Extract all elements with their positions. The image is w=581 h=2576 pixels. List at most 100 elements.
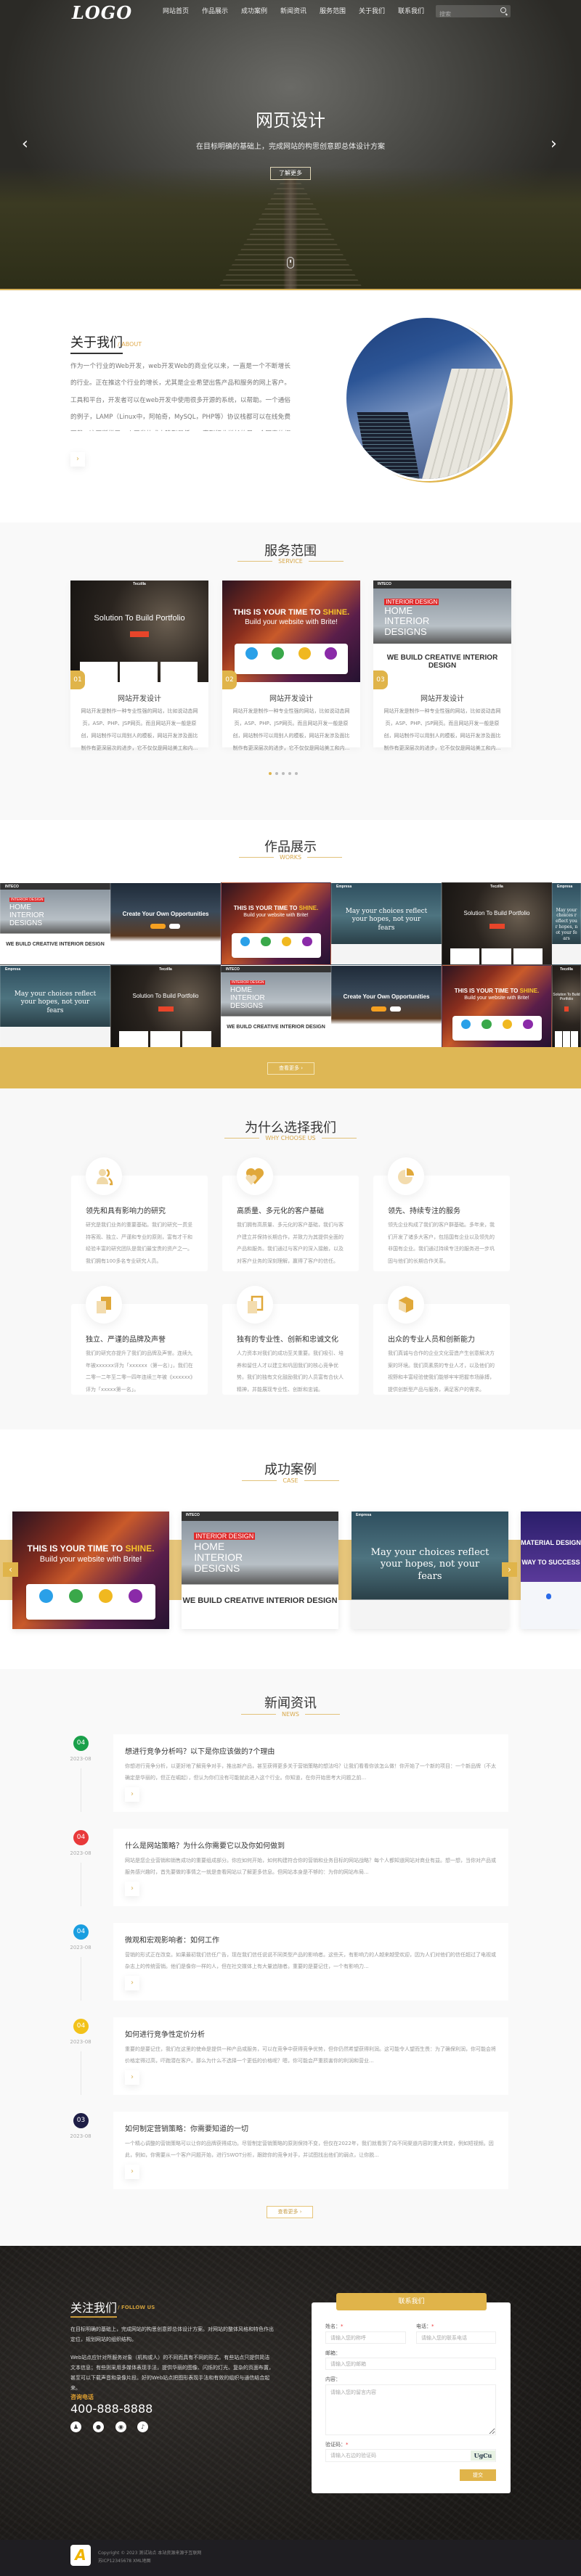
news-title[interactable]: 微观和宏观影响者：如何工作 <box>125 1934 219 1945</box>
content-textarea[interactable] <box>325 2384 496 2435</box>
about-more-button[interactable]: › <box>70 452 85 467</box>
pie-chart-icon <box>388 1157 424 1195</box>
screenshot-headline: HOME INTERIOR DESIGNS <box>9 903 44 927</box>
weibo-icon[interactable]: ◉ <box>115 2421 126 2432</box>
captcha-image[interactable]: UgCu <box>471 2450 495 2461</box>
service-card[interactable]: Teczilla Solution To Build Portfolio 01 网站开… <box>70 581 208 751</box>
tiktok-icon[interactable]: ♪ <box>137 2421 148 2432</box>
search-icon[interactable] <box>500 7 506 13</box>
news-title[interactable]: 如何制定营销策略：你需要知道的一切 <box>125 2122 248 2133</box>
website-screenshot-brite[interactable]: THIS IS YOUR TIME TO SHINE. Build your we… <box>222 581 360 682</box>
phone-label-text: 电话： <box>416 2323 431 2329</box>
nav-item-about[interactable]: 关于我们 <box>352 7 391 17</box>
screenshot-feature-box <box>182 1030 211 1047</box>
services-subtitle: SERVICE <box>0 558 581 565</box>
nav-item-news[interactable]: 新闻资讯 <box>274 7 313 17</box>
headline-accent: SHINE. <box>322 607 350 617</box>
works-en: WORKS <box>279 854 302 861</box>
website-screenshot-create[interactable]: Create Your Own Opportunities <box>331 965 442 1048</box>
icp-sitemap-link[interactable]: 苏ICP12345678 XML地图 <box>98 2557 151 2564</box>
website-screenshot-inteco[interactable]: INTECO INTERIOR DESIGN HOME INTERIOR DESIG… <box>373 581 511 682</box>
news-date: 2023-08 <box>70 1756 92 1762</box>
cases-prev-arrow-icon[interactable]: ‹ <box>3 1562 18 1577</box>
why-card-title: 出众的专业人员和创新能力 <box>388 1336 475 1344</box>
pagination-dot[interactable] <box>275 772 278 775</box>
pagination-dot[interactable] <box>295 772 298 775</box>
news-item[interactable]: 如何制定营销策略：你需要知道的一切一个精心调整的营销策略可以让你的品牌获得成功。… <box>113 2112 508 2189</box>
website-screenshot-empresa[interactable]: Empresa May your choices reflect your hop… <box>352 1511 508 1629</box>
news-item[interactable]: 微观和宏观影响者：如何工作 营销的形式正在改变。如果最初我们信任广告，现在我们信任… <box>113 1923 508 2001</box>
website-screenshot-empresa[interactable]: Empresa May your choices reflect your hop… <box>0 965 110 1048</box>
news-read-more-button[interactable]: › <box>125 2070 139 2085</box>
news-more-button[interactable]: 查看更多 › <box>267 2206 313 2218</box>
website-screenshot-inteco[interactable]: INTECO INTERIOR DESIGN HOME INTERIOR DESIG… <box>0 882 110 965</box>
qq-icon[interactable]: ♟ <box>70 2421 81 2432</box>
news-item[interactable]: 想进行竞争分析吗？以下是你应该做的7个理由 你想进行竞争分析，以更好地了解竞争对手… <box>113 1734 508 1812</box>
news-read-more-button[interactable]: › <box>125 2165 139 2179</box>
website-screenshot-inteco[interactable]: INTECO INTERIOR DESIGN HOME INTERIOR DESIG… <box>182 1511 338 1629</box>
screenshot-tag: INTERIOR DESIGN <box>9 898 45 903</box>
nav-item-cases[interactable]: 成功案例 <box>235 7 274 17</box>
service-card[interactable]: INTECO INTERIOR DESIGN HOME INTERIOR DESIG… <box>373 581 511 751</box>
screenshot-button <box>389 1006 401 1012</box>
news-title[interactable]: 什么是网站策略？为什么你需要它以及你如何做到 <box>125 1839 285 1850</box>
pagination-dot[interactable] <box>269 772 272 775</box>
website-screenshot-teczilla[interactable]: Teczilla Solution To Build Portfolio <box>552 965 581 1048</box>
service-number: 03 <box>373 670 388 689</box>
website-screenshot-empresa[interactable]: Empresa May your choices reflect your hop… <box>552 882 581 965</box>
hero-next-arrow-icon[interactable]: › <box>550 135 557 153</box>
screenshot-headline: May your choices reflect your hopes, not… <box>14 990 97 1014</box>
screenshot-feature-box <box>118 1030 148 1047</box>
website-screenshot-create[interactable]: Create Your Own Opportunities <box>110 882 221 965</box>
email-label: 邮箱： <box>325 2350 341 2356</box>
works-more-button[interactable]: 查看更多 › <box>267 1062 314 1075</box>
cases-next-arrow-icon[interactable]: › <box>502 1562 517 1577</box>
nav-item-services[interactable]: 服务范围 <box>313 7 352 17</box>
pagination-dot[interactable] <box>282 772 285 775</box>
nav-item-contact[interactable]: 联系我们 <box>391 7 431 17</box>
copy-icon <box>237 1286 273 1324</box>
screenshot-brand: Empresa <box>356 1513 372 1517</box>
news-item[interactable]: 什么是网站策略？为什么你需要它以及你如何做到 网站是您企业营销和销售成功的重要组成… <box>113 1829 508 1906</box>
screenshot-headline: HOME INTERIOR DESIGNS <box>194 1540 243 1575</box>
website-screenshot-teczilla[interactable]: Teczilla Solution To Build Portfolio <box>442 882 552 965</box>
screenshot-headline: HOME INTERIOR DESIGNS <box>384 605 430 637</box>
website-screenshot-teczilla[interactable]: Teczilla Solution To Build Portfolio <box>110 965 221 1048</box>
website-screenshot-brite[interactable]: THIS IS YOUR TIME TO SHINE. Build your we… <box>442 965 552 1048</box>
screenshot-button <box>564 1006 569 1012</box>
news-read-more-button[interactable]: › <box>125 1787 139 1802</box>
nav-item-home[interactable]: 网站首页 <box>156 7 195 17</box>
website-screenshot-brite[interactable]: THIS IS YOUR TIME TO SHINE. Build your we… <box>221 882 331 965</box>
footer-logo: A <box>70 2545 91 2566</box>
learn-more-button[interactable]: 了解更多 <box>270 167 311 180</box>
hero-banner: LOGO 网站首页 作品展示 成功案例 新闻资讯 服务范围 关于我们 联系我们 … <box>0 0 581 290</box>
service-number: 01 <box>70 670 85 689</box>
logo[interactable]: LOGO <box>72 2 132 23</box>
website-screenshot-inteco[interactable]: INTECO INTERIOR DESIGN HOME INTERIOR DESIG… <box>221 965 331 1048</box>
scroll-mouse-icon[interactable] <box>287 257 294 268</box>
headline-text: THIS IS YOUR TIME TO <box>454 988 520 995</box>
nav-item-works[interactable]: 作品展示 <box>195 7 235 17</box>
email-input[interactable] <box>325 2358 496 2370</box>
service-card[interactable]: THIS IS YOUR TIME TO SHINE. Build your we… <box>222 581 360 751</box>
hero-prev-arrow-icon[interactable]: ‹ <box>22 135 28 153</box>
news-title[interactable]: 想进行竞争分析吗？以下是你应该做的7个理由 <box>125 1745 275 1756</box>
screenshot-tag: INTERIOR DESIGN <box>194 1533 256 1541</box>
submit-button[interactable]: 提交 <box>460 2469 496 2481</box>
screenshot-brand: Teczilla <box>490 885 503 889</box>
website-screenshot-brite[interactable]: THIS IS YOUR TIME TO SHINE. Build your we… <box>12 1511 169 1629</box>
website-screenshot-empresa[interactable]: Empresa May your choices reflect your hop… <box>331 882 442 965</box>
website-screenshot-material[interactable]: MATERIAL DESIGN WAY TO SUCCESS <box>521 1511 581 1629</box>
news-title[interactable]: 如何进行竞争性定价分析 <box>125 2028 205 2039</box>
phone-input[interactable] <box>416 2331 496 2344</box>
news-excerpt: 一个精心调整的营销策略可以让你的品牌获得成功。尽管制定营销策略的原则保持不变，但… <box>125 2141 494 2158</box>
works-grid: INTECO INTERIOR DESIGN HOME INTERIOR DESIG… <box>0 882 581 1048</box>
website-screenshot-teczilla[interactable]: Teczilla Solution To Build Portfolio <box>70 581 208 682</box>
search-input[interactable] <box>436 8 494 20</box>
news-read-more-button[interactable]: › <box>125 1976 139 1990</box>
wechat-icon[interactable]: ● <box>93 2421 104 2432</box>
news-item[interactable]: 如何进行竞争性定价分析 重要的是要记住，我们在这里的使命是提供一种产品或服务，可以… <box>113 2017 508 2095</box>
news-read-more-button[interactable]: › <box>125 1882 139 1896</box>
pagination-dot[interactable] <box>288 772 291 775</box>
name-input[interactable] <box>325 2331 406 2344</box>
